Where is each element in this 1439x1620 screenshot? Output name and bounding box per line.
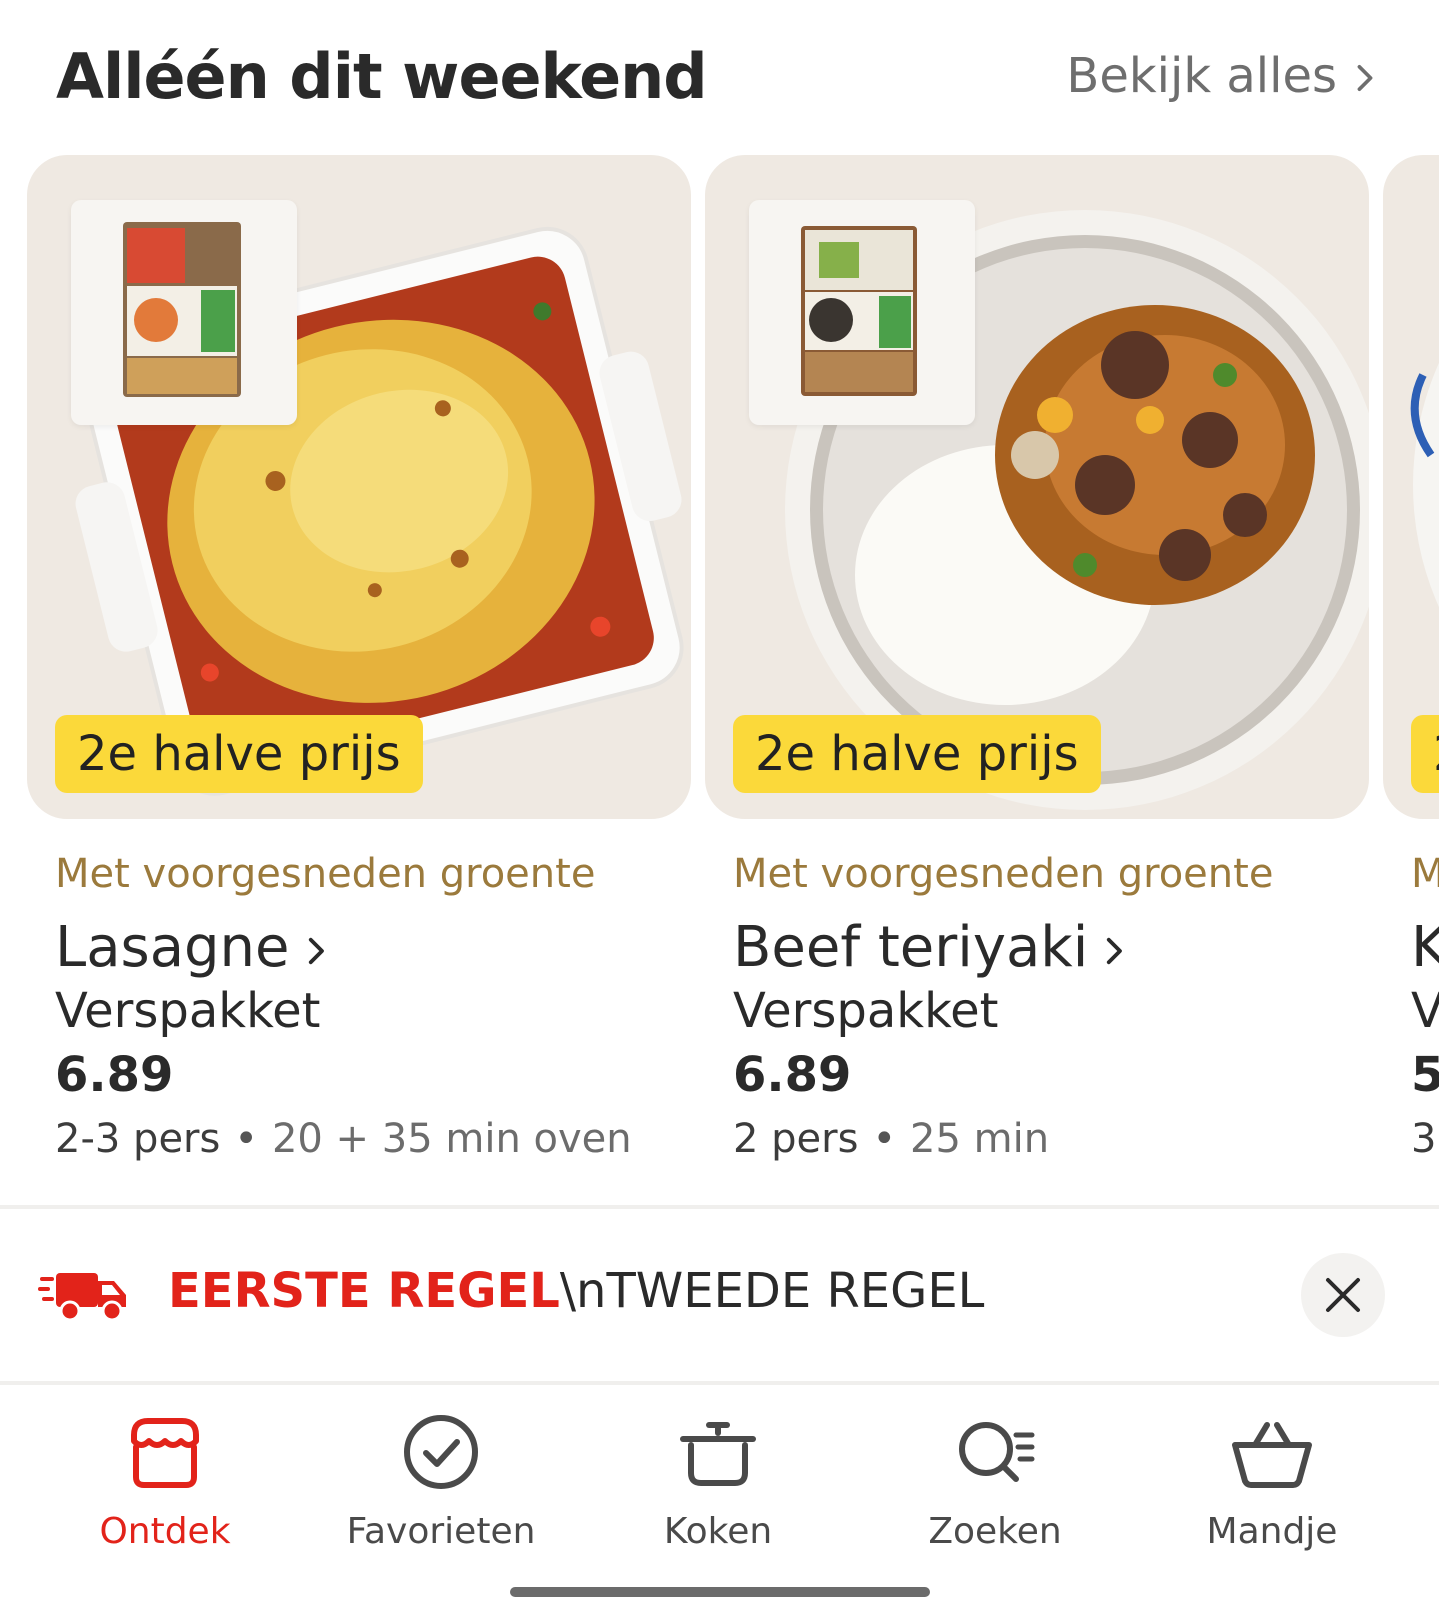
nav-item-mandje[interactable]: Mandje: [1142, 1407, 1402, 1552]
meta-separator: •: [872, 1116, 897, 1162]
check-circle-icon: [396, 1407, 486, 1497]
product-name: Beef teriyaki: [733, 914, 1089, 980]
product-type: V: [1411, 983, 1439, 1039]
product-card-beef-teriyaki[interactable]: 2e halve prijs Met voorgesneden groente …: [705, 155, 1369, 1162]
banner-message: EERSTE REGEL\nTWEEDE REGEL: [168, 1263, 984, 1319]
product-info: M K V 5 3: [1411, 851, 1439, 1169]
product-image-container: 2e halve prijs: [27, 155, 691, 819]
product-name-link[interactable]: K: [1411, 913, 1439, 981]
delivery-truck-icon: [38, 1267, 128, 1323]
product-name-link[interactable]: Beef teriyaki: [733, 913, 1373, 981]
basket-icon: [1227, 1407, 1317, 1497]
product-persons: 2 pers: [733, 1116, 859, 1162]
see-all-link[interactable]: Bekijk alles: [1066, 48, 1379, 104]
delivery-banner[interactable]: EERSTE REGEL\nTWEEDE REGEL: [0, 1209, 1439, 1381]
product-time: 25 min: [910, 1116, 1050, 1162]
chevron-right-icon: [1102, 915, 1128, 980]
product-time: 20 + 35 min oven: [271, 1116, 632, 1162]
chevron-right-icon: [1351, 48, 1379, 104]
product-persons: 3: [1411, 1116, 1437, 1162]
product-subtitle: Met voorgesneden groente: [55, 851, 596, 897]
lasagne-package-image: [71, 200, 297, 425]
meta-separator: •: [234, 1116, 258, 1162]
nav-label: Ontdek: [99, 1511, 231, 1552]
close-banner-button[interactable]: [1301, 1253, 1385, 1337]
product-price: 6.89: [55, 1047, 174, 1103]
section-header: Alléén dit weekend Bekijk alles: [0, 0, 1439, 150]
product-subtitle: Met voorgesneden groente: [733, 851, 1274, 897]
nav-label: Zoeken: [928, 1511, 1062, 1552]
section-title: Alléén dit weekend: [56, 40, 708, 113]
product-carousel[interactable]: 2e halve prijs Met voorgesneden groente …: [0, 155, 1439, 1195]
banner-line1: EERSTE REGEL: [168, 1263, 560, 1319]
nav-item-favorieten[interactable]: Favorieten: [311, 1407, 571, 1552]
product-card-lasagne[interactable]: 2e halve prijs Met voorgesneden groente …: [27, 155, 691, 1162]
cooking-pot-icon: [673, 1407, 763, 1497]
nav-item-koken[interactable]: Koken: [588, 1407, 848, 1552]
store-icon: [120, 1407, 210, 1497]
promo-badge: 2e halve prijs: [733, 715, 1101, 793]
bottom-navigation: Ontdek Favorieten Koken Zoeken Mandje: [0, 1381, 1439, 1620]
product-name-link[interactable]: Lasagne: [55, 913, 695, 981]
chevron-right-icon: [304, 915, 330, 980]
nav-label: Favorieten: [346, 1511, 536, 1552]
product-image-container: 2e halve prijs: [705, 155, 1369, 819]
close-icon: [1324, 1276, 1362, 1314]
product-type: Verspakket: [733, 983, 999, 1039]
product-meta: 2 pers • 25 min: [733, 1109, 1373, 1169]
nav-label: Koken: [663, 1511, 773, 1552]
product-info: Met voorgesneden groente Lasagne Verspak…: [55, 851, 695, 1169]
nav-label: Mandje: [1206, 1511, 1338, 1552]
home-indicator[interactable]: [510, 1587, 930, 1597]
promo-badge: 2: [1411, 715, 1439, 793]
product-price: 5: [1411, 1047, 1439, 1103]
product-price: 6.89: [733, 1047, 852, 1103]
nav-item-ontdek[interactable]: Ontdek: [35, 1407, 295, 1552]
product-meta: 2-3 pers • 20 + 35 min oven: [55, 1109, 695, 1169]
search-list-icon: [950, 1407, 1040, 1497]
product-persons: 2-3 pers: [55, 1116, 221, 1162]
product-meta: 3: [1411, 1109, 1439, 1169]
nav-item-zoeken[interactable]: Zoeken: [865, 1407, 1125, 1552]
see-all-label: Bekijk alles: [1066, 48, 1337, 104]
product-name: Lasagne: [55, 914, 290, 980]
beef-teriyaki-package-image: [749, 200, 975, 425]
banner-line2: \nTWEEDE REGEL: [559, 1263, 985, 1319]
product-type: Verspakket: [55, 983, 321, 1039]
product-image-container: 2: [1383, 155, 1439, 819]
product-name: K: [1411, 914, 1439, 980]
promo-badge: 2e halve prijs: [55, 715, 423, 793]
product-info: Met voorgesneden groente Beef teriyaki V…: [733, 851, 1373, 1169]
product-subtitle: M: [1411, 851, 1439, 897]
product-card-partial[interactable]: 2 M K V 5 3: [1383, 155, 1439, 1162]
